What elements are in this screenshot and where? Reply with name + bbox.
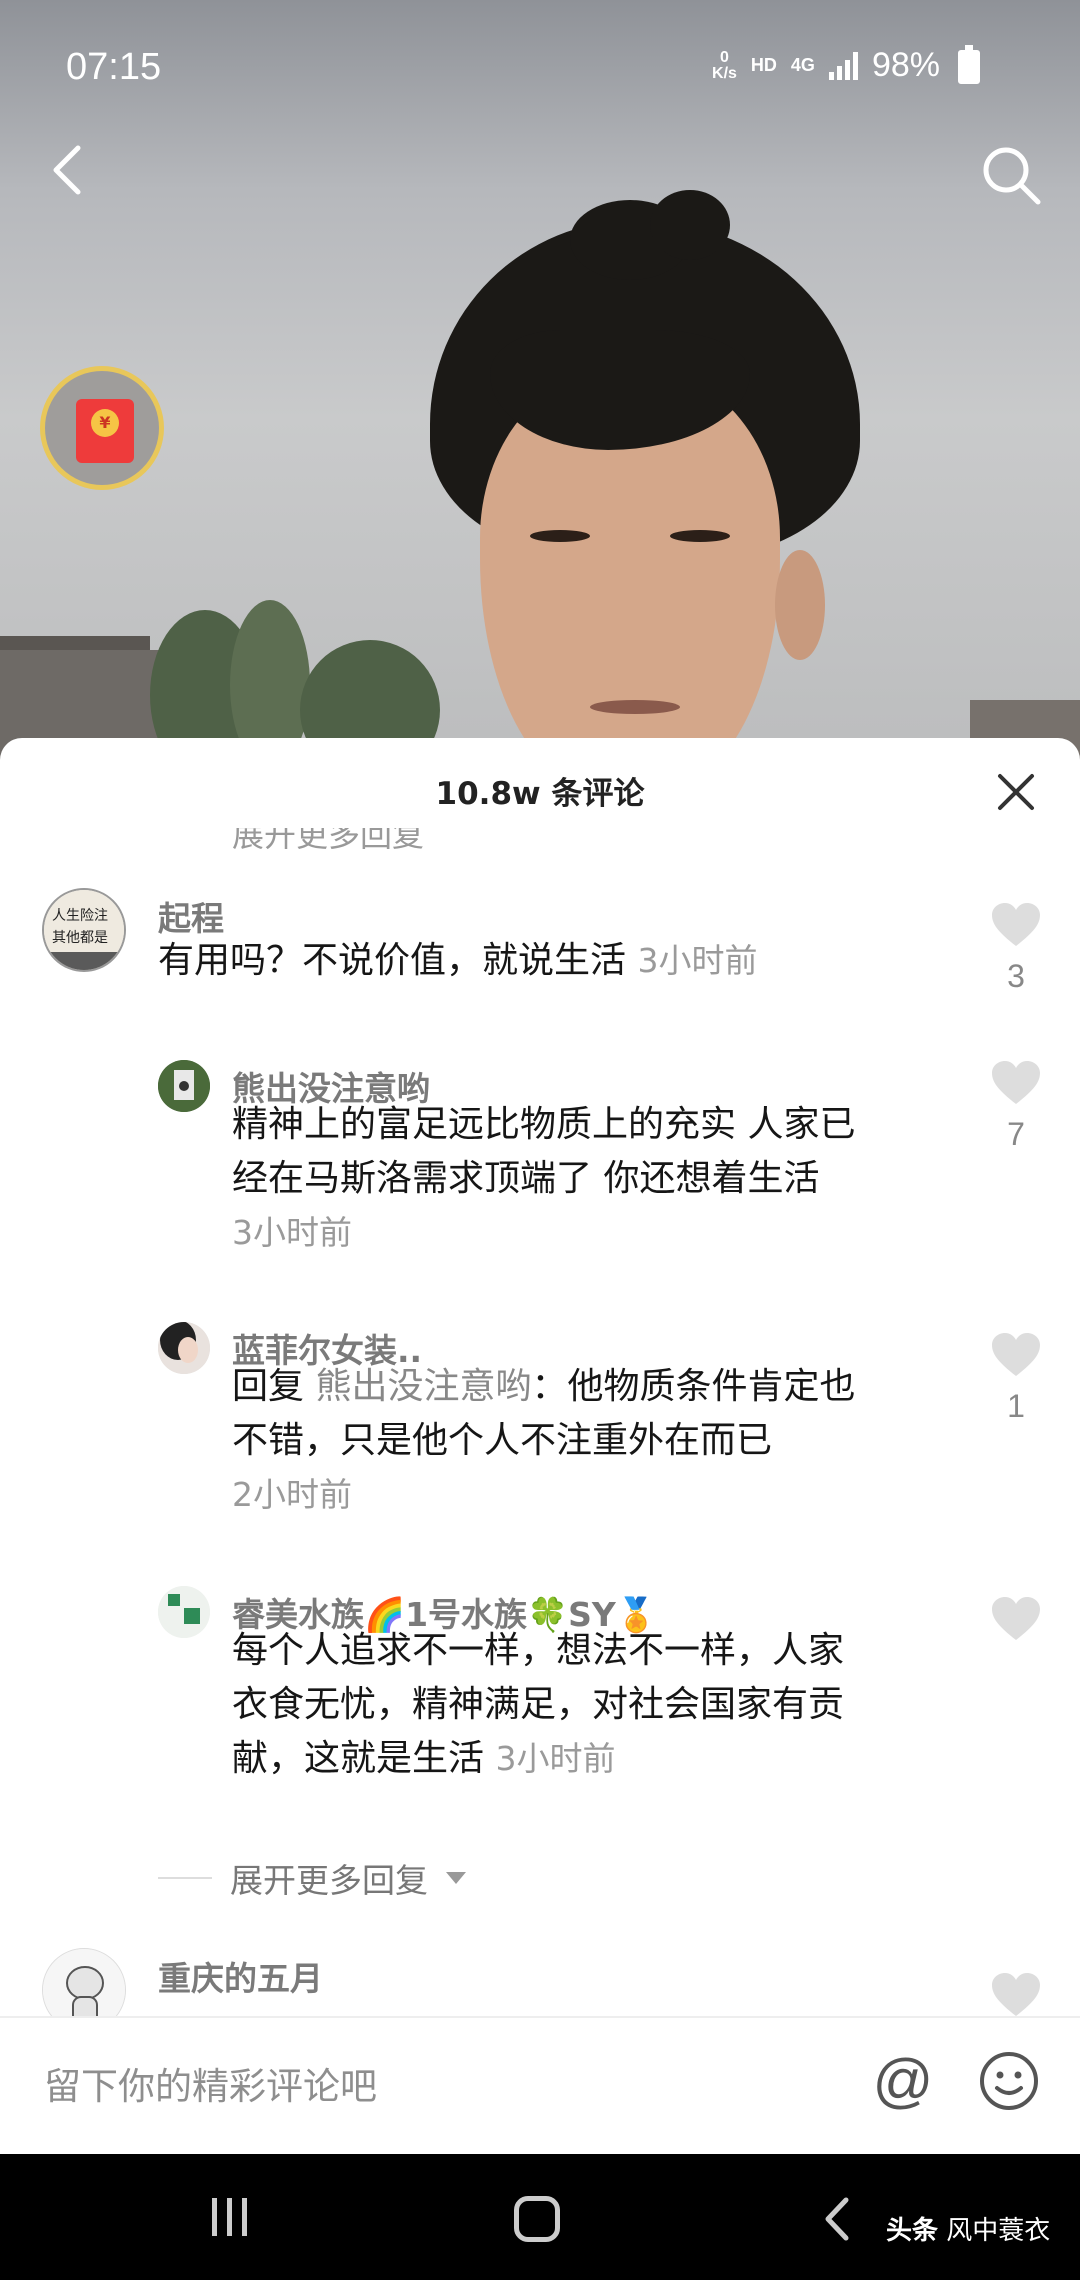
- triangle-down-icon: [446, 1872, 466, 1884]
- like-count: 3: [1007, 958, 1025, 994]
- nav-back-icon[interactable]: [818, 2194, 858, 2244]
- ear: [775, 550, 825, 660]
- hd-indicator: HD: [750, 55, 777, 75]
- comment-input-bar: @: [0, 2016, 1080, 2154]
- battery-percent: 98%: [871, 46, 940, 84]
- reply-time: 2小时前: [232, 1475, 352, 1514]
- recent-apps-icon[interactable]: [212, 2198, 247, 2236]
- person-in-video: [420, 190, 880, 760]
- like-button[interactable]: 7: [988, 1060, 1044, 1153]
- reply-time: 3小时前: [495, 1739, 616, 1778]
- eye: [670, 530, 730, 542]
- back-icon[interactable]: [40, 140, 100, 200]
- reply-time: 3小时前: [232, 1213, 352, 1252]
- close-icon[interactable]: [990, 766, 1042, 818]
- expand-more-replies-partial[interactable]: 展开更多回复: [232, 828, 424, 856]
- search-icon[interactable]: [976, 140, 1046, 210]
- watermark: 头条 风中蓑衣: [886, 2216, 1051, 2246]
- heart-icon: [992, 1973, 1040, 2016]
- like-button[interactable]: 1: [988, 1332, 1044, 1425]
- net-speed: 0 K/s: [712, 48, 737, 82]
- like-button[interactable]: [988, 1972, 1044, 2018]
- like-button[interactable]: 3: [988, 902, 1044, 995]
- reply-text: 回复 熊出没注意哟：他物质条件肯定也 不错，只是他个人不注重外在而已 2小时前: [232, 1360, 855, 1522]
- home-icon[interactable]: [514, 2196, 560, 2242]
- at-mention-button[interactable]: @: [870, 2048, 936, 2114]
- red-packet-button[interactable]: ¥: [40, 366, 164, 490]
- reply-text: 每个人追求不一样，想法不一样，人家 衣食无忧，精神满足，对社会国家有贡 献，这就…: [232, 1630, 845, 1779]
- reply-to-username[interactable]: 熊出没注意哟: [315, 1366, 531, 1407]
- status-bar: 07:15 0 K/s HD 4G 98%: [0, 0, 1080, 130]
- svg-text:人生险注: 人生险注: [52, 908, 108, 924]
- status-time: 07:15: [66, 46, 162, 88]
- avatar[interactable]: [158, 1322, 210, 1374]
- heart-icon: [992, 903, 1040, 946]
- background-tree: [230, 600, 310, 760]
- heart-icon: [992, 1597, 1040, 1640]
- signal-icon: [828, 51, 858, 80]
- heart-icon: [992, 1061, 1040, 1104]
- mouth: [590, 700, 680, 714]
- system-nav-bar: 头条 风中蓑衣: [0, 2154, 1080, 2280]
- comment-time: 3小时前: [637, 941, 758, 980]
- comment-username[interactable]: 重庆的五月: [158, 1952, 323, 2000]
- avatar[interactable]: [158, 1586, 210, 1638]
- comment-text: 有用吗？不说价值，就说生活 3小时前: [158, 940, 758, 981]
- like-count: 1: [1007, 1388, 1025, 1424]
- like-count: 7: [1007, 1116, 1025, 1152]
- avatar[interactable]: 人生险注 其他都是: [42, 888, 126, 972]
- status-icons: 0 K/s HD 4G 98%: [712, 46, 940, 85]
- expand-more-replies[interactable]: 展开更多回复: [158, 1854, 466, 1902]
- heart-icon: [992, 1333, 1040, 1376]
- comment-input[interactable]: [44, 2054, 824, 2118]
- network-type: 4G: [790, 55, 815, 75]
- comment-username[interactable]: 起程: [158, 892, 224, 940]
- comments-title: 10.8w 条评论: [435, 776, 645, 812]
- eye: [530, 530, 590, 542]
- like-button[interactable]: [988, 1596, 1044, 1642]
- comments-panel: 10.8w 条评论 展开更多回复 人生险注 其他都是 起程 有用吗？不说价值，就…: [0, 738, 1080, 2154]
- reply-text: 精神上的富足远比物质上的充实 人家已 经在马斯洛需求顶端了 你还想着生活 3小时…: [232, 1098, 855, 1260]
- yuan-coin-icon: ¥: [91, 409, 119, 437]
- battery-icon: [958, 45, 980, 84]
- svg-text:其他都是: 其他都是: [52, 930, 108, 946]
- avatar[interactable]: [158, 1060, 210, 1112]
- emoji-icon[interactable]: [976, 2048, 1042, 2114]
